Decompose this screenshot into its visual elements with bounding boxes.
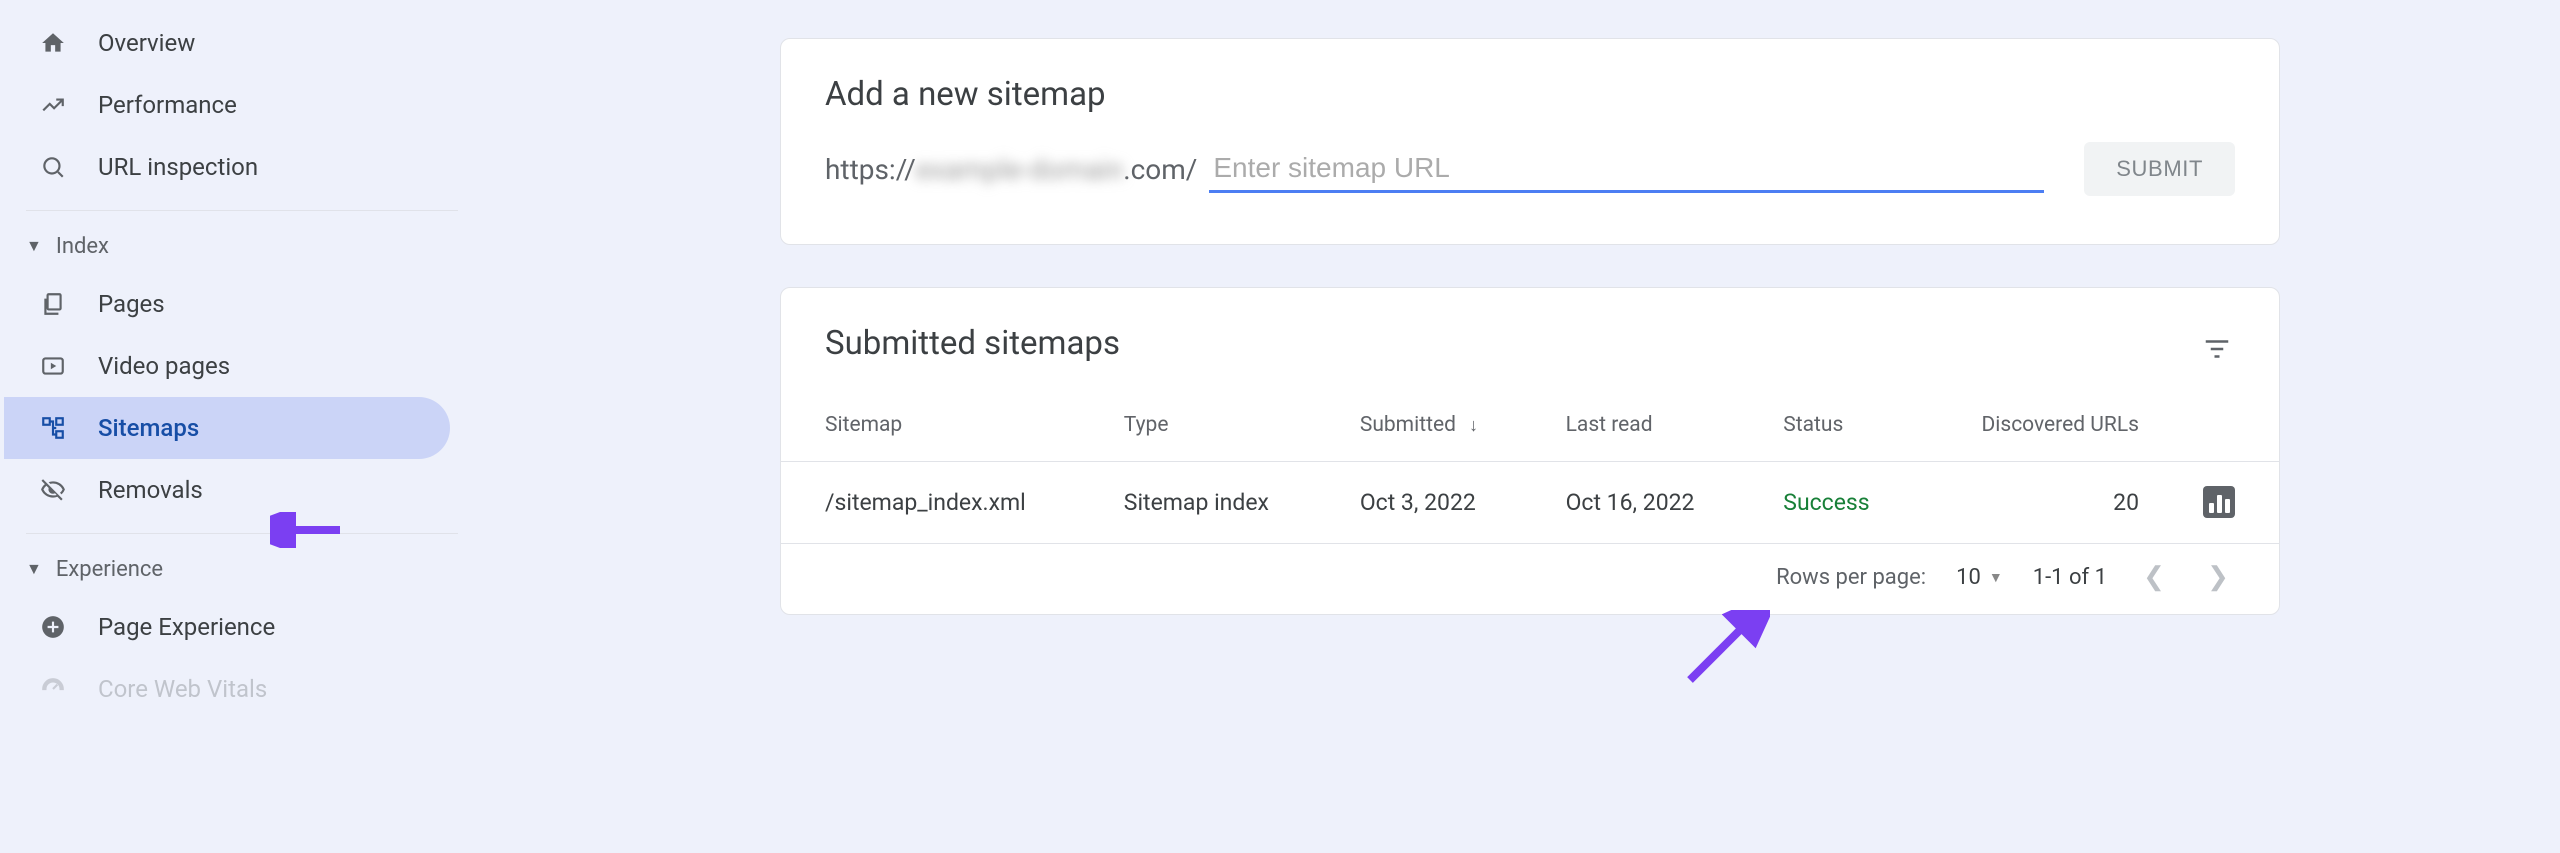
sidebar-item-video-pages[interactable]: Video pages bbox=[4, 335, 450, 397]
rows-per-page-dropdown[interactable]: 10 ▼ bbox=[1956, 565, 2003, 590]
sidebar-item-label: Page Experience bbox=[98, 613, 275, 641]
table-pager: Rows per page: 10 ▼ 1-1 of 1 ❮ ❯ bbox=[781, 544, 2279, 614]
pages-icon bbox=[38, 289, 68, 319]
add-sitemap-title: Add a new sitemap bbox=[781, 39, 2279, 142]
divider bbox=[26, 533, 458, 534]
search-icon bbox=[38, 152, 68, 182]
sidebar-item-label: Core Web Vitals bbox=[98, 675, 267, 703]
sitemap-tree-icon bbox=[38, 413, 68, 443]
next-page-button[interactable]: ❯ bbox=[2201, 562, 2235, 592]
cell-sitemap: /sitemap_index.xml bbox=[781, 462, 1080, 544]
sidebar-item-label: Overview bbox=[98, 29, 195, 57]
section-header-experience[interactable]: ▼ Experience bbox=[4, 542, 480, 596]
sidebar: Overview Performance URL inspection ▼ In… bbox=[0, 0, 480, 853]
col-submitted[interactable]: Submitted ↓ bbox=[1316, 389, 1522, 462]
home-icon bbox=[38, 28, 68, 58]
sidebar-item-label: URL inspection bbox=[98, 153, 258, 181]
section-header-index[interactable]: ▼ Index bbox=[4, 219, 480, 273]
cell-status: Success bbox=[1739, 462, 1909, 544]
sidebar-item-label: Removals bbox=[98, 476, 203, 504]
trending-up-icon bbox=[38, 90, 68, 120]
rows-per-page-label: Rows per page: bbox=[1776, 565, 1926, 590]
col-sitemap[interactable]: Sitemap bbox=[781, 389, 1080, 462]
sidebar-item-performance[interactable]: Performance bbox=[4, 74, 450, 136]
visibility-off-icon bbox=[38, 475, 68, 505]
section-header-label: Experience bbox=[56, 557, 163, 582]
chevron-down-icon: ▼ bbox=[1989, 569, 2003, 586]
cell-last-read: Oct 16, 2022 bbox=[1522, 462, 1740, 544]
filter-icon[interactable] bbox=[2199, 331, 2235, 367]
submitted-sitemaps-title: Submitted sitemaps bbox=[825, 316, 1120, 381]
col-discovered[interactable]: Discovered URLs bbox=[1909, 389, 2159, 462]
sidebar-item-label: Sitemaps bbox=[98, 414, 199, 442]
bar-chart-icon[interactable] bbox=[2203, 486, 2235, 518]
sidebar-item-removals[interactable]: Removals bbox=[4, 459, 450, 521]
divider bbox=[26, 210, 458, 211]
sidebar-item-sitemaps[interactable]: Sitemaps bbox=[4, 397, 450, 459]
chevron-down-icon: ▼ bbox=[26, 559, 42, 579]
section-header-label: Index bbox=[56, 234, 109, 259]
speed-icon bbox=[38, 674, 68, 704]
main-content: Add a new sitemap https://example-domain… bbox=[480, 0, 2560, 853]
submit-button[interactable]: SUBMIT bbox=[2084, 142, 2235, 196]
sidebar-item-label: Video pages bbox=[98, 352, 230, 380]
col-type[interactable]: Type bbox=[1080, 389, 1316, 462]
table-row[interactable]: /sitemap_index.xml Sitemap index Oct 3, … bbox=[781, 462, 2279, 544]
add-sitemap-row: https://example-domain.com/ SUBMIT bbox=[781, 142, 2279, 244]
add-sitemap-card: Add a new sitemap https://example-domain… bbox=[780, 38, 2280, 245]
col-status[interactable]: Status bbox=[1739, 389, 1909, 462]
col-last-read[interactable]: Last read bbox=[1522, 389, 1740, 462]
cell-discovered: 20 bbox=[1909, 462, 2159, 544]
prev-page-button[interactable]: ❮ bbox=[2137, 562, 2171, 592]
video-icon bbox=[38, 351, 68, 381]
sidebar-item-overview[interactable]: Overview bbox=[4, 12, 450, 74]
cell-submitted: Oct 3, 2022 bbox=[1316, 462, 1522, 544]
chevron-down-icon: ▼ bbox=[26, 236, 42, 256]
page-range: 1-1 of 1 bbox=[2033, 565, 2107, 590]
sitemaps-table: Sitemap Type Submitted ↓ Last read Statu… bbox=[781, 389, 2279, 544]
sidebar-item-core-web-vitals[interactable]: Core Web Vitals bbox=[4, 658, 450, 720]
sort-desc-icon: ↓ bbox=[1469, 415, 1478, 436]
col-actions bbox=[2159, 389, 2279, 462]
circle-plus-icon bbox=[38, 612, 68, 642]
base-url-label: https://example-domain.com/ bbox=[825, 153, 1197, 186]
sidebar-item-pages[interactable]: Pages bbox=[4, 273, 450, 335]
sidebar-item-url-inspection[interactable]: URL inspection bbox=[4, 136, 450, 198]
cell-type: Sitemap index bbox=[1080, 462, 1316, 544]
submitted-sitemaps-card: Submitted sitemaps Sitemap Type Submitte… bbox=[780, 287, 2280, 615]
sidebar-item-label: Performance bbox=[98, 91, 237, 119]
sidebar-item-label: Pages bbox=[98, 290, 165, 318]
sitemap-url-input[interactable] bbox=[1209, 146, 2044, 193]
sidebar-item-page-experience[interactable]: Page Experience bbox=[4, 596, 450, 658]
